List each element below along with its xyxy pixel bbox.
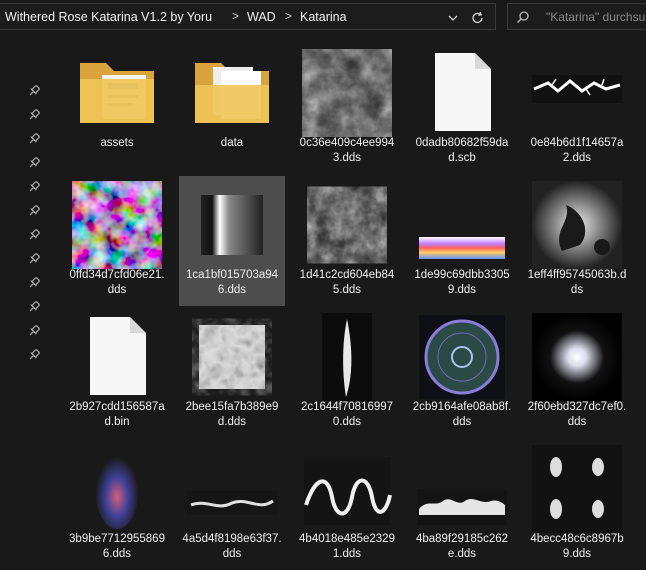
file-name: assets [100,137,134,149]
file-name: data [220,137,244,149]
folder-icon [179,49,285,137]
pin-icon[interactable] [27,180,41,194]
pin-icon[interactable] [27,84,41,98]
folder-item[interactable]: assets [64,44,170,174]
search-icon [517,11,529,23]
folder-item[interactable]: data [179,44,285,174]
file-item[interactable]: 4a5d4f8198e63f37.dds [179,440,285,570]
file-item[interactable]: 2b927cdd156587ad.bin [64,308,170,438]
file-name: 3b9be77129558696.dds [69,533,165,560]
file-name: 0e84b6d1f14657a2.dds [530,137,624,164]
file-item[interactable]: 1d41c2cd604eb845.dds [294,176,400,306]
search-placeholder: "Katarina" durchsu... [546,10,646,24]
file-item[interactable]: 0e84b6d1f14657a2.dds [524,44,630,174]
file-name: 1eff4ff95745063b.dds [527,269,627,296]
folder-icon [64,49,170,137]
file-item[interactable]: 2c1644f708169970.dds [294,308,400,438]
thumbnail [179,445,285,533]
thumbnail [409,445,515,533]
thumbnail [524,445,630,533]
breadcrumb-separator-icon[interactable]: > [232,9,239,23]
file-name: 2c1644f708169970.dds [300,401,394,428]
file-item[interactable]: 2cb9164afe08ab8f.dds [409,308,515,438]
file-item[interactable]: 3b9be77129558696.dds [64,440,170,570]
thumbnail [179,313,285,401]
file-name: 0ffd34d7cfd06e21.dds [69,269,165,296]
file-item[interactable]: 0c36e409c4ee9943.dds [294,44,400,174]
thumbnail [294,181,400,269]
file-item[interactable]: 1eff4ff95745063b.dds [524,176,630,306]
pin-icon[interactable] [27,204,41,218]
pin-icon[interactable] [27,156,41,170]
thumbnail [294,313,400,401]
file-item[interactable]: 1ca1bf015703a946.dds [179,176,285,306]
thumbnail [409,313,515,401]
file-item[interactable]: 1de99c69dbb33059.dds [409,176,515,306]
thumbnail [64,181,170,269]
pin-icon[interactable] [27,132,41,146]
breadcrumb-item-katarina[interactable]: Katarina [300,10,347,24]
file-item[interactable]: 4b4018e485e23291.dds [294,440,400,570]
thumbnail [524,313,630,401]
pin-icon[interactable] [27,252,41,266]
pin-icon[interactable] [27,228,41,242]
file-name: 2b927cdd156587ad.bin [69,401,165,428]
file-name: 4becc48c6c8967b9.dds [530,533,624,560]
thumbnail [524,181,630,269]
thumbnail [64,445,170,533]
pin-icon[interactable] [27,108,41,122]
file-grid: assets data 0c36e409c4ee9943.dds 0dadb80682… [48,34,646,570]
breadcrumb-item-root[interactable]: Withered Rose Katarina V1.2 by Yoru [5,10,212,24]
file-name: 1ca1bf015703a946.dds [185,269,279,296]
file-icon [409,49,515,137]
search-input[interactable]: "Katarina" durchsu... [507,3,646,30]
address-bar: Withered Rose Katarina V1.2 by Yoru > WA… [0,0,646,34]
file-item[interactable]: 4becc48c6c8967b9.dds [524,440,630,570]
thumbnail [294,445,400,533]
file-name: 1de99c69dbb33059.dds [414,269,510,296]
file-item[interactable]: 0ffd34d7cfd06e21.dds [64,176,170,306]
thumbnail [179,181,285,269]
breadcrumb[interactable]: Withered Rose Katarina V1.2 by Yoru > WA… [0,3,496,30]
breadcrumb-item-wad[interactable]: WAD [247,10,276,24]
thumbnail [409,181,515,269]
file-name: 4a5d4f8198e63f37.dds [182,533,282,560]
pin-icon[interactable] [27,300,41,314]
file-name: 0dadb80682f59dad.scb [415,137,509,164]
pin-icon[interactable] [27,348,41,362]
file-name: 2bee15fa7b389e9d.dds [185,401,279,428]
navigation-pane [0,34,48,570]
pin-icon[interactable] [27,276,41,290]
file-name: 4b4018e485e23291.dds [299,533,395,560]
file-icon [64,313,170,401]
file-item[interactable]: 2f60ebd327dc7ef0.dds [524,308,630,438]
file-item[interactable]: 4ba89f29185c262e.dds [409,440,515,570]
refresh-icon[interactable] [468,9,488,27]
file-item[interactable]: 0dadb80682f59dad.scb [409,44,515,174]
thumbnail [294,49,400,137]
thumbnail [524,49,630,137]
file-item[interactable]: 2bee15fa7b389e9d.dds [179,308,285,438]
file-name: 1d41c2cd604eb845.dds [299,269,395,296]
breadcrumb-separator-icon[interactable]: > [285,9,292,23]
file-name: 0c36e409c4ee9943.dds [299,137,395,164]
file-name: 2cb9164afe08ab8f.dds [412,401,512,428]
chevron-down-icon[interactable] [446,11,460,25]
file-name: 4ba89f29185c262e.dds [415,533,509,560]
file-name: 2f60ebd327dc7ef0.dds [527,401,627,428]
pin-icon[interactable] [27,324,41,338]
